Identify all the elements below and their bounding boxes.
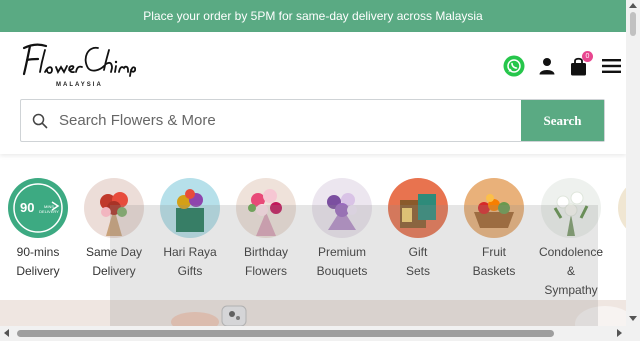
logo[interactable]: MALAYSIA [18,40,136,88]
vertical-scrollbar[interactable] [626,0,640,326]
search-button[interactable]: Search [521,100,604,141]
logo-script [22,43,136,77]
page: Place your order by 5PM for same-day del… [0,0,640,341]
cart-icon[interactable]: 0 [566,51,593,78]
category-image: 90 MINS DELIVERY [8,178,68,238]
logo-subtext: MALAYSIA [56,82,103,88]
announcement-bar: Place your order by 5PM for same-day del… [0,0,626,32]
search-bar: Search [20,99,605,142]
whatsapp-icon[interactable] [502,54,526,78]
site-header: MALAYSIA 0 Search Flowers & More Search [0,32,626,154]
horizontal-scrollbar[interactable] [0,326,640,341]
vertical-scrollbar-thumb[interactable] [630,12,636,36]
menu-icon[interactable] [599,54,623,78]
category-90-mins-delivery[interactable]: 90 MINS DELIVERY 90-mins Delivery [0,178,76,281]
scroll-left-icon[interactable] [4,329,9,337]
search-input[interactable] [59,100,521,141]
horizontal-scrollbar-thumb[interactable] [17,330,554,337]
user-icon[interactable] [535,54,559,78]
category-badge: 90 [20,200,35,215]
category-label: 90-mins Delivery [16,245,60,278]
loading-overlay [110,205,598,326]
category-badge-sub: MINS DELIVERY [39,204,59,214]
cart-count-badge: 0 [582,51,593,62]
scroll-down-icon[interactable] [629,316,637,321]
announcement-text: Place your order by 5PM for same-day del… [143,9,483,23]
scroll-up-icon[interactable] [629,3,637,8]
search-icon [21,100,59,141]
scroll-right-icon[interactable] [617,329,622,337]
